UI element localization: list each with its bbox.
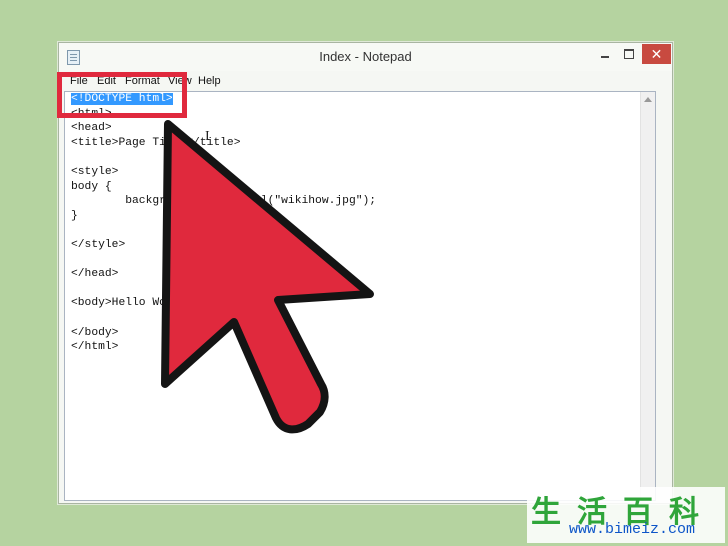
watermark-url: www.bimeiz.com	[569, 521, 696, 538]
watermark: 生活百科 www.bimeiz.com	[527, 487, 725, 543]
pointer-arrow-icon	[161, 120, 374, 434]
